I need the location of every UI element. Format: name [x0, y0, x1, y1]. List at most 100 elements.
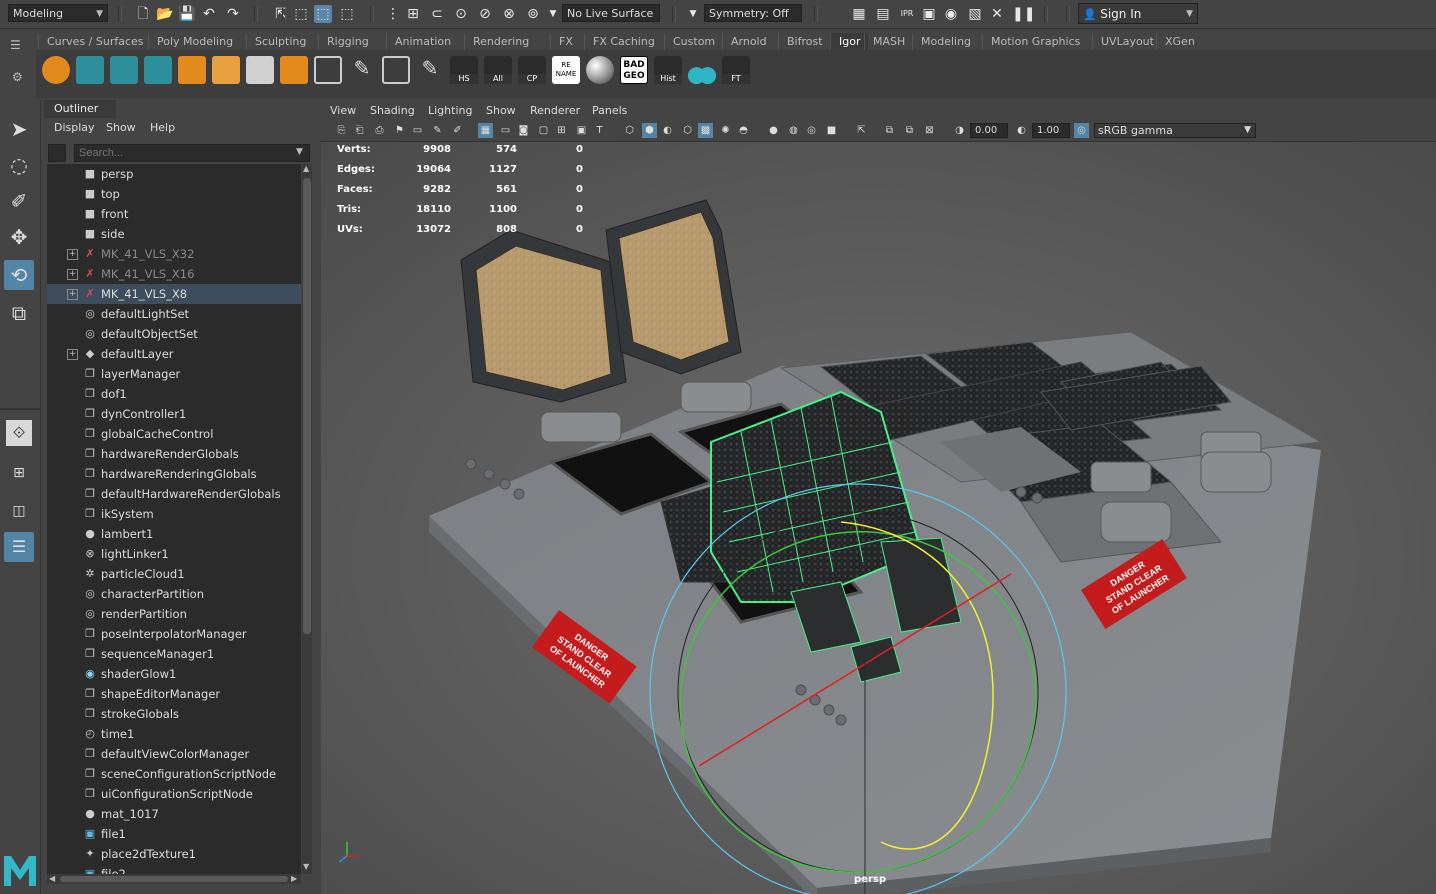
isolate-select-icon[interactable]: ⇱: [854, 123, 869, 138]
bookmark-icon[interactable]: ⚑: [392, 123, 407, 138]
viewport-menu-view[interactable]: View: [330, 104, 356, 117]
chevron-down-icon[interactable]: ▼: [296, 147, 303, 157]
expand-icon[interactable]: +: [67, 349, 78, 360]
ambient-occlusion-icon[interactable]: ●: [766, 123, 781, 138]
paint-select-tool-icon[interactable]: ✐: [4, 186, 34, 216]
outliner-item[interactable]: ✲ particleCloud1: [47, 564, 301, 584]
gamma-icon[interactable]: ◐: [1014, 123, 1029, 138]
arnold-render-icon[interactable]: ✕: [988, 5, 1006, 23]
outliner-item[interactable]: ❐ layerManager: [47, 364, 301, 384]
outliner-item[interactable]: ❐ shapeEditorManager: [47, 684, 301, 704]
cluster-icon[interactable]: [688, 56, 716, 84]
outliner-menu-display[interactable]: Display: [54, 121, 95, 134]
chevron-down-icon[interactable]: ▼: [544, 5, 562, 23]
new-scene-icon[interactable]: 🗋: [134, 5, 152, 23]
outliner-item[interactable]: ◎ characterPartition: [47, 584, 301, 604]
outliner-tab[interactable]: Outliner: [44, 100, 116, 118]
image-plane-icon[interactable]: ▭: [410, 123, 425, 138]
scale-tool-icon[interactable]: ⧉: [4, 298, 34, 328]
depth-of-field-icon[interactable]: ■: [824, 123, 839, 138]
wireframe-on-shaded-icon[interactable]: ⬡: [680, 123, 695, 138]
camera-select-icon[interactable]: ⎗: [352, 123, 367, 138]
gate-mask-icon[interactable]: ▢: [536, 123, 551, 138]
color-management-icon[interactable]: ◎: [1074, 123, 1089, 138]
insert-loop-icon[interactable]: [382, 56, 410, 84]
outliner-layout-icon[interactable]: ☰: [4, 532, 34, 562]
hs-button[interactable]: HS: [450, 56, 478, 84]
shelf-tab-motion-graphics[interactable]: Motion Graphics: [982, 33, 1088, 50]
redo-icon[interactable]: ↷: [224, 5, 242, 23]
shelf-tab-sculpting[interactable]: Sculpting: [246, 33, 314, 50]
render-frame-icon[interactable]: ▦: [850, 5, 868, 23]
rotate-tool-icon[interactable]: ⟲: [4, 260, 34, 290]
bad-geo-button[interactable]: BAD GEO: [620, 56, 648, 84]
outliner-item[interactable]: ⊗ lightLinker1: [47, 544, 301, 564]
shelf-tab-custom[interactable]: Custom: [664, 33, 723, 50]
grid-icon[interactable]: [314, 56, 342, 84]
viewport-persp[interactable]: DANGER STAND CLEAR OF LAUNCHER DANGER ST…: [321, 142, 1436, 894]
outliner-item[interactable]: ● mat_1017: [47, 804, 301, 824]
hist-button[interactable]: Hist: [654, 56, 682, 84]
shelf-tab-xgen[interactable]: XGen: [1156, 33, 1203, 50]
scroll-left-icon[interactable]: ◀: [49, 874, 55, 883]
viewport-menu-shading[interactable]: Shading: [370, 104, 415, 117]
select-by-component-icon[interactable]: ⬚: [338, 5, 356, 23]
motion-blur-icon[interactable]: ◍: [786, 123, 801, 138]
maya-tool-2-icon[interactable]: [144, 56, 172, 84]
mode-menu[interactable]: Modeling ▼: [8, 4, 108, 22]
ft-button[interactable]: FT: [722, 56, 750, 84]
symmetry-field[interactable]: Symmetry: Off: [704, 4, 802, 22]
filter-icon[interactable]: [48, 144, 66, 162]
outliner-item[interactable]: + ✗ MK_41_VLS_X8: [47, 284, 301, 304]
outliner-item[interactable]: ❐ hardwareRenderGlobals: [47, 444, 301, 464]
shelf-tab-arnold[interactable]: Arnold: [722, 33, 775, 50]
shelf-tab-animation[interactable]: Animation: [386, 33, 459, 50]
expand-icon[interactable]: +: [67, 269, 78, 280]
outliner-item[interactable]: + ✗ MK_41_VLS_X32: [47, 244, 301, 264]
shelf-settings-icon[interactable]: ⚙: [12, 70, 28, 86]
render-settings-icon[interactable]: ▣: [920, 5, 938, 23]
color-space-dropdown[interactable]: sRGB gamma ▼: [1094, 123, 1256, 138]
separate-icon[interactable]: [280, 56, 308, 84]
outliner-item[interactable]: ❐ sequenceManager1: [47, 644, 301, 664]
persp-outliner-layout-icon[interactable]: ◫: [4, 496, 34, 526]
scrollbar-thumb[interactable]: [303, 178, 311, 634]
single-perspective-layout-icon[interactable]: ⟐: [6, 420, 32, 446]
outliner-item[interactable]: ◎ defaultLightSet: [47, 304, 301, 324]
snap-grid-icon[interactable]: ⊞: [404, 5, 422, 23]
outliner-item[interactable]: ■ persp: [47, 164, 301, 184]
poly-bevel-icon[interactable]: [42, 56, 70, 84]
all-button[interactable]: All: [484, 56, 512, 84]
outliner-item[interactable]: + ✗ MK_41_VLS_X16: [47, 264, 301, 284]
outliner-item[interactable]: ◉ shaderGlow1: [47, 664, 301, 684]
outliner-item[interactable]: ■ front: [47, 204, 301, 224]
pause-render-icon[interactable]: ❚❚: [1012, 5, 1035, 23]
scene-canvas[interactable]: DANGER STAND CLEAR OF LAUNCHER DANGER ST…: [321, 142, 1436, 894]
two-d-pan-icon[interactable]: ✎: [430, 123, 445, 138]
shelf-tab-poly-modeling[interactable]: Poly Modeling: [148, 33, 241, 50]
shelf-tab-bifrost[interactable]: Bifrost: [778, 33, 831, 50]
outliner-item[interactable]: ❐ dynController1: [47, 404, 301, 424]
scroll-right-icon[interactable]: ▶: [291, 874, 297, 883]
wireframe-icon[interactable]: ⬡: [622, 123, 637, 138]
shelf-tab-fx-caching[interactable]: FX Caching: [584, 33, 663, 50]
select-hierarchy-icon[interactable]: ⇱: [272, 5, 290, 23]
shadows-icon[interactable]: ◓: [736, 123, 751, 138]
exposure-icon[interactable]: ◑: [952, 123, 967, 138]
shelf-tab-curves-surfaces[interactable]: Curves / Surfaces: [38, 33, 152, 50]
safe-title-icon[interactable]: T: [592, 123, 607, 138]
film-gate-icon[interactable]: ▭: [498, 123, 513, 138]
render-sequence-icon[interactable]: ▤: [874, 5, 892, 23]
anti-aliasing-icon[interactable]: ◎: [804, 123, 819, 138]
viewport-menu-panels[interactable]: Panels: [592, 104, 627, 117]
viewport-menu-renderer[interactable]: Renderer: [530, 104, 580, 117]
pencil-icon[interactable]: ✎: [348, 56, 376, 84]
scrollbar-thumb[interactable]: [60, 876, 288, 882]
combine-icon[interactable]: [178, 56, 206, 84]
ipr-render-icon[interactable]: IPR: [898, 5, 916, 23]
extract-icon[interactable]: [212, 56, 240, 84]
outliner-item[interactable]: ◎ defaultObjectSet: [47, 324, 301, 344]
shelf-tab-uvlayout[interactable]: UVLayout: [1092, 33, 1162, 50]
outliner-menu-show[interactable]: Show: [106, 121, 136, 134]
xray-joints-icon[interactable]: ⧉: [902, 123, 917, 138]
